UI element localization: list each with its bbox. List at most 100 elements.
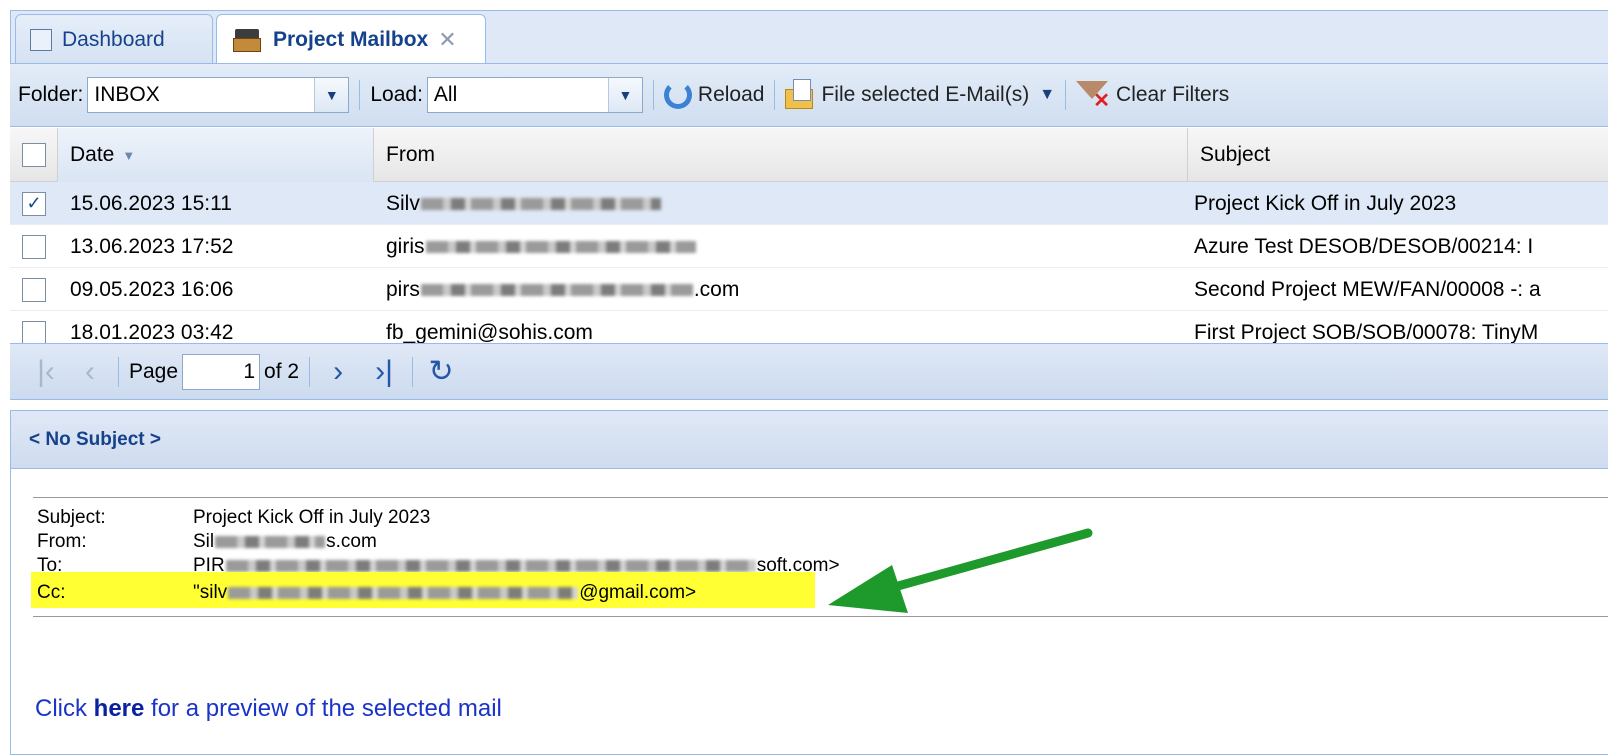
reload-label: Reload <box>697 83 765 106</box>
select-all-cell <box>10 128 58 182</box>
preview-title: < No Subject > <box>11 411 1608 469</box>
row-checkbox[interactable]: ✓ <box>22 191 46 216</box>
row-from: fb_gemini@sohis.com <box>386 320 593 344</box>
dashboard-icon <box>30 28 52 51</box>
page-of-label: of 2 <box>264 359 300 383</box>
toolbar-separator <box>774 80 776 110</box>
column-header-subject[interactable]: Subject <box>1188 128 1608 182</box>
folder-value: INBOX <box>94 83 160 106</box>
row-from-text: Silv <box>386 191 420 215</box>
mail-cc-value: "silv @gmail.com> <box>193 582 696 604</box>
clear-filter-icon: ✕ <box>1076 79 1110 112</box>
row-subject: Azure Test DESOB/DESOB/00214: I <box>1194 234 1534 258</box>
last-page-icon[interactable]: ›| <box>366 354 402 390</box>
select-all-checkbox[interactable] <box>22 143 46 167</box>
row-checkbox-cell: ✓ <box>22 182 58 225</box>
preview-here-link[interactable]: here <box>94 695 145 722</box>
mailbox-icon <box>231 26 263 54</box>
paging-separator <box>412 356 414 387</box>
mail-cc-key: Cc: <box>37 582 66 603</box>
column-subject-label: Subject <box>1200 143 1271 166</box>
row-from: Silv <box>386 182 1186 225</box>
row-checkbox[interactable] <box>22 277 46 302</box>
reload-button[interactable]: Reload <box>663 81 765 109</box>
row-from-text: giris <box>386 234 425 258</box>
toolbar-separator <box>652 80 654 110</box>
row-checkbox-cell <box>22 311 58 343</box>
column-header-date[interactable]: Date ▼ <box>58 128 374 182</box>
tab-project-mailbox[interactable]: Project Mailbox ✕ <box>216 14 486 65</box>
reload-icon <box>663 81 692 109</box>
clear-filters-label: Clear Filters <box>1116 83 1230 106</box>
next-page-icon[interactable]: › <box>320 354 356 390</box>
load-value: All <box>433 83 458 106</box>
row-subject: Project Kick Off in July 2023 <box>1194 191 1457 215</box>
tab-dashboard-label: Dashboard <box>62 27 165 51</box>
folder-label: Folder: <box>18 83 84 106</box>
clear-filters-button[interactable]: ✕ Clear Filters <box>1076 79 1230 112</box>
paging-toolbar: |‹ ‹ Page 1 of 2 › ›| ↻ <box>10 343 1608 400</box>
paging-separator <box>118 356 119 387</box>
column-from-label: From <box>386 143 435 166</box>
row-from: giris <box>386 225 1186 268</box>
tab-dashboard[interactable]: Dashboard <box>15 14 213 64</box>
refresh-icon[interactable]: ↻ <box>423 354 459 390</box>
redacted-text <box>225 559 756 572</box>
row-from-text-end: .com <box>693 277 740 301</box>
preview-link-post: for a preview of the selected mail <box>144 695 502 722</box>
chevron-down-icon[interactable]: ▼ <box>1039 86 1055 104</box>
row-date: 18.01.2023 03:42 <box>70 320 234 344</box>
mail-subject-value: Project Kick Off in July 2023 <box>193 507 431 528</box>
row-checkbox-cell <box>22 225 58 268</box>
table-row[interactable]: ✓ 15.06.2023 15:11 Silv Project Kick Off… <box>10 182 1608 225</box>
table-row[interactable]: 09.05.2023 16:06 pirs .com Second Project… <box>10 268 1608 311</box>
folder-select[interactable]: INBOX ▼ <box>87 77 350 113</box>
paging-separator <box>309 356 311 387</box>
row-subject: First Project SOB/SOB/00078: TinyM <box>1194 320 1539 344</box>
preview-link-text: Click here for a preview of the selected… <box>35 695 502 723</box>
mail-from-value: Sil s.com <box>193 531 377 553</box>
column-date-label: Date <box>70 143 115 166</box>
tab-bar: Dashboard Project Mailbox ✕ <box>10 10 1608 65</box>
toolbar: Folder: INBOX ▼ Load: All ▼ Reload File … <box>10 63 1608 127</box>
redacted-text <box>215 535 326 548</box>
mail-subject-key: Subject: <box>37 507 106 528</box>
column-header-from[interactable]: From <box>374 128 1188 182</box>
row-date: 09.05.2023 16:06 <box>70 277 234 301</box>
email-grid-body: ✓ 15.06.2023 15:11 Silv Project Kick Off… <box>10 182 1608 343</box>
toolbar-separator <box>359 80 361 110</box>
row-from-text: pirs <box>386 277 420 301</box>
row-checkbox-cell <box>22 268 58 311</box>
previous-page-icon[interactable]: ‹ <box>72 354 108 390</box>
grid-header: Date ▼ From Subject <box>10 128 1608 182</box>
mail-from-key: From: <box>37 531 87 552</box>
load-select[interactable]: All ▼ <box>426 77 643 113</box>
page-number-input[interactable]: 1 <box>182 353 261 390</box>
row-subject: Second Project MEW/FAN/00008 -: a <box>1194 277 1541 301</box>
tab-project-mailbox-label: Project Mailbox <box>273 28 429 51</box>
file-selected-emails-button[interactable]: File selected E-Mail(s) ▼ <box>785 79 1055 111</box>
row-from: pirs .com <box>386 268 1186 311</box>
mail-cc-start: "silv <box>193 582 228 603</box>
file-folder-icon <box>785 79 815 111</box>
preview-panel: < No Subject > Subject: Project Kick Off… <box>10 410 1608 755</box>
row-checkbox[interactable] <box>22 234 46 259</box>
table-row[interactable]: 18.01.2023 03:42 fb_gemini@sohis.com Fir… <box>10 311 1608 343</box>
mail-cc-end: @gmail.com> <box>579 582 697 603</box>
first-page-icon[interactable]: |‹ <box>28 354 64 390</box>
mail-from-start: Sil <box>193 531 215 552</box>
chevron-down-icon[interactable]: ▼ <box>314 78 349 112</box>
redacted-text <box>228 586 579 599</box>
preview-link-pre: Click <box>35 695 94 722</box>
row-checkbox[interactable] <box>22 320 46 343</box>
chevron-down-icon[interactable]: ▼ <box>607 78 642 112</box>
toolbar-separator <box>1065 80 1067 110</box>
close-icon[interactable]: ✕ <box>438 27 456 53</box>
mailbox-app: Dashboard Project Mailbox ✕ Folder: INBO… <box>0 0 1608 755</box>
load-label: Load: <box>370 83 423 106</box>
mail-from-end: s.com <box>326 531 377 552</box>
table-row[interactable]: 13.06.2023 17:52 giris Azure Test DESOB/… <box>10 225 1608 268</box>
annotation-arrow-icon <box>828 528 1093 613</box>
redacted-text <box>425 240 696 253</box>
file-selected-label: File selected E-Mail(s) <box>821 83 1030 106</box>
